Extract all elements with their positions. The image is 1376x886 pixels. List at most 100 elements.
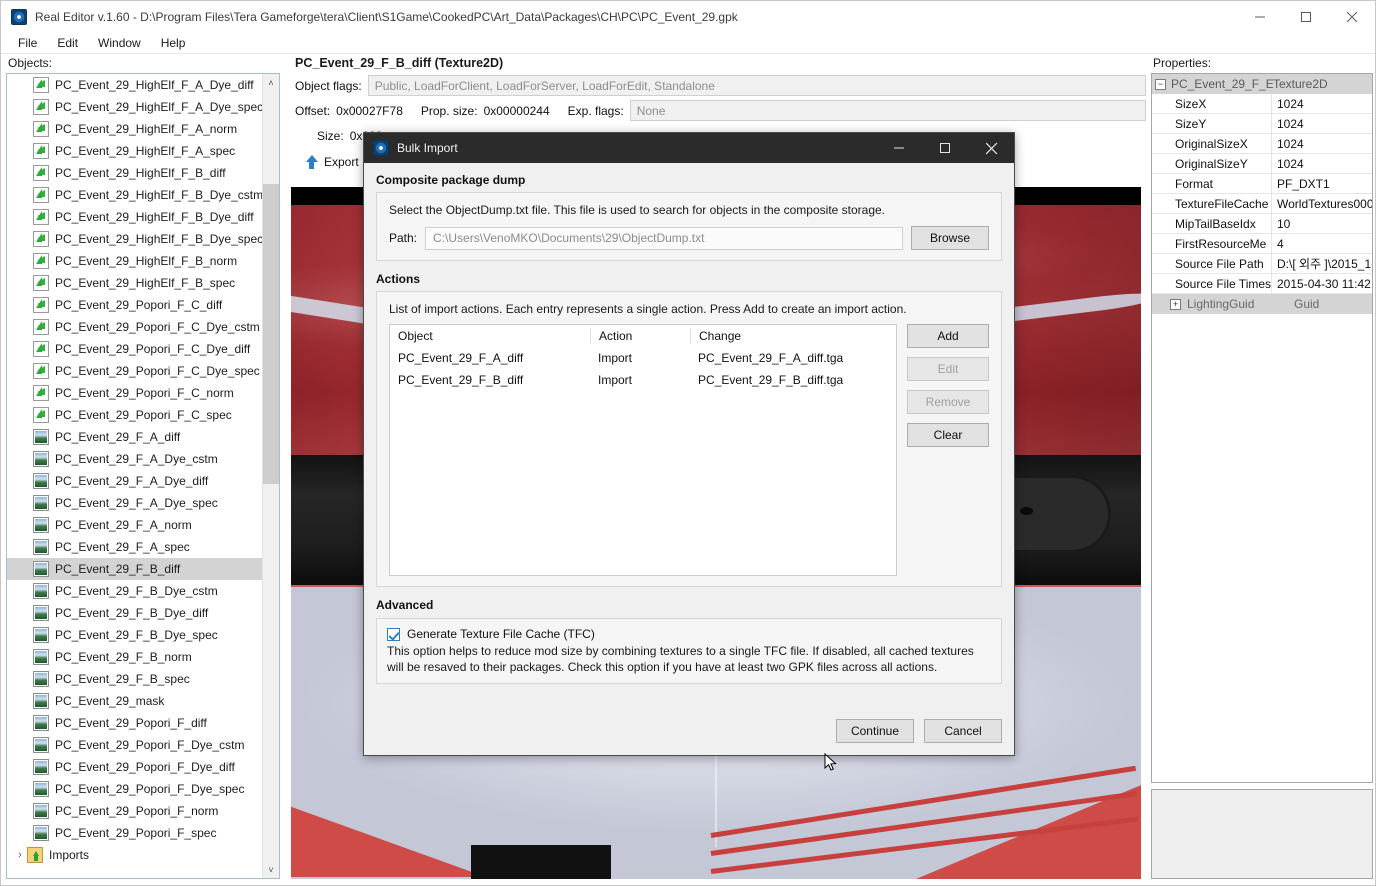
property-row[interactable]: Format PF_DXT1 (1152, 174, 1372, 194)
page-icon (33, 143, 49, 159)
tree-item[interactable]: PC_Event_29_Popori_F_C_Dye_diff (7, 338, 263, 360)
tree-item[interactable]: PC_Event_29_F_B_spec (7, 668, 263, 690)
property-row[interactable]: SizeY 1024 (1152, 114, 1372, 134)
maximize-button[interactable] (1283, 1, 1329, 32)
tfc-checkbox-row[interactable]: Generate Texture File Cache (TFC) (387, 627, 991, 641)
tree-item[interactable]: PC_Event_29_Popori_F_C_Dye_spec (7, 360, 263, 382)
add-button[interactable]: Add (907, 324, 989, 348)
tree-item[interactable]: PC_Event_29_HighElf_F_B_Dye_spec (7, 228, 263, 250)
tree-item[interactable]: PC_Event_29_HighElf_F_A_norm (7, 118, 263, 140)
property-value[interactable]: 2015-04-30 11:42:15 (1272, 274, 1372, 293)
tree-item[interactable]: PC_Event_29_HighElf_F_A_Dye_diff (7, 74, 263, 96)
dialog-close-button[interactable] (968, 133, 1014, 163)
property-row[interactable]: OriginalSizeX 1024 (1152, 134, 1372, 154)
properties-header-row[interactable]: − PC_Event_29_F_E Texture2D (1152, 74, 1372, 94)
tree-item[interactable]: PC_Event_29_F_B_norm (7, 646, 263, 668)
tree-item[interactable]: PC_Event_29_Popori_F_spec (7, 822, 263, 844)
property-row[interactable]: OriginalSizeY 1024 (1152, 154, 1372, 174)
column-header-change[interactable]: Change (690, 329, 896, 343)
bulk-import-dialog: Bulk Import Composite package dump Selec… (363, 132, 1015, 771)
page-icon (33, 319, 49, 335)
actions-listview[interactable]: Object Action Change PC_Event_29_F_A_dif… (389, 324, 897, 576)
property-value[interactable]: 1024 (1272, 134, 1372, 153)
tree-item[interactable]: PC_Event_29_HighElf_F_A_Dye_spec (7, 96, 263, 118)
tree-item[interactable]: PC_Event_29_F_B_Dye_diff (7, 602, 263, 624)
tree-item[interactable]: PC_Event_29_HighElf_F_B_Dye_diff (7, 206, 263, 228)
tree-item[interactable]: PC_Event_29_Popori_F_diff (7, 712, 263, 734)
tree-item[interactable]: PC_Event_29_F_A_Dye_diff (7, 470, 263, 492)
tree-item[interactable]: PC_Event_29_F_B_Dye_spec (7, 624, 263, 646)
tree-item[interactable]: PC_Event_29_F_A_Dye_spec (7, 492, 263, 514)
path-input[interactable]: C:\Users\VenoMKO\Documents\29\ObjectDump… (425, 226, 903, 250)
action-row[interactable]: PC_Event_29_F_B_diff Import PC_Event_29_F_… (390, 369, 896, 391)
property-value[interactable]: 4 (1272, 234, 1372, 253)
property-row[interactable]: SizeX 1024 (1152, 94, 1372, 114)
dialog-maximize-button[interactable] (922, 133, 968, 163)
tree-item[interactable]: PC_Event_29_F_A_diff (7, 426, 263, 448)
chevron-right-icon[interactable]: › (13, 849, 27, 861)
menu-window[interactable]: Window (88, 34, 151, 52)
expand-icon[interactable]: + (1170, 298, 1181, 310)
tree-item[interactable]: PC_Event_29_Popori_F_C_Dye_cstm (7, 316, 263, 338)
property-value[interactable]: 10 (1272, 214, 1372, 233)
tree-item-imports[interactable]: › Imports (7, 844, 263, 866)
properties-lightingguid-row[interactable]: + LightingGuid Guid (1152, 294, 1372, 314)
tree-item[interactable]: PC_Event_29_Popori_F_norm (7, 800, 263, 822)
tree-item[interactable]: PC_Event_29_F_B_Dye_cstm (7, 580, 263, 602)
properties-rows: SizeX 1024 SizeY 1024 OriginalSizeX 1024 Origi… (1152, 94, 1372, 294)
export-button[interactable]: Export (297, 152, 366, 173)
minimize-button[interactable] (1237, 1, 1283, 32)
clear-button[interactable]: Clear (907, 423, 989, 447)
tfc-checkbox[interactable] (387, 628, 400, 641)
scrollbar-thumb[interactable] (263, 184, 279, 484)
objects-tree[interactable]: PC_Event_29_HighElf_F_A_Dye_diff PC_Event… (6, 73, 280, 879)
page-icon (33, 209, 49, 225)
tree-item[interactable]: PC_Event_29_HighElf_F_B_diff (7, 162, 263, 184)
tree-item[interactable]: PC_Event_29_F_A_spec (7, 536, 263, 558)
dialog-minimize-button[interactable] (876, 133, 922, 163)
menu-help[interactable]: Help (151, 34, 196, 52)
property-value[interactable]: 1024 (1272, 114, 1372, 133)
tree-item[interactable]: PC_Event_29_F_A_Dye_cstm (7, 448, 263, 470)
property-row[interactable]: MipTailBaseIdx 10 (1152, 214, 1372, 234)
scroll-up-arrow[interactable]: ˄ (263, 74, 279, 91)
property-row[interactable]: TextureFileCache WorldTextures000 (1152, 194, 1372, 214)
tree-item[interactable]: PC_Event_29_F_B_diff (7, 558, 263, 580)
offset-label: Offset: (295, 103, 331, 118)
tree-item[interactable]: PC_Event_29_Popori_F_C_norm (7, 382, 263, 404)
tree-item[interactable]: PC_Event_29_HighElf_F_A_spec (7, 140, 263, 162)
menu-file[interactable]: File (8, 34, 47, 52)
tree-item[interactable]: PC_Event_29_HighElf_F_B_Dye_cstm (7, 184, 263, 206)
menu-edit[interactable]: Edit (47, 34, 88, 52)
close-button[interactable] (1329, 1, 1375, 32)
column-header-action[interactable]: Action (590, 329, 690, 343)
property-value[interactable]: D:\[ 외주 ]\2015_1분 (1272, 254, 1372, 273)
tree-item[interactable]: PC_Event_29_HighElf_F_B_norm (7, 250, 263, 272)
tree-item[interactable]: PC_Event_29_HighElf_F_B_spec (7, 272, 263, 294)
cancel-button[interactable]: Cancel (924, 719, 1002, 743)
tree-item[interactable]: PC_Event_29_Popori_F_C_diff (7, 294, 263, 316)
tree-item[interactable]: PC_Event_29_Popori_F_Dye_cstm (7, 734, 263, 756)
property-value[interactable]: WorldTextures000 (1272, 194, 1372, 213)
tree-item[interactable]: PC_Event_29_mask (7, 690, 263, 712)
lightingguid-type: Guid (1294, 297, 1320, 311)
continue-button[interactable]: Continue (836, 719, 914, 743)
tree-item[interactable]: PC_Event_29_Popori_F_Dye_spec (7, 778, 263, 800)
column-header-object[interactable]: Object (390, 329, 590, 343)
property-row[interactable]: Source File Path D:\[ 외주 ]\2015_1분 (1152, 254, 1372, 274)
tree-item[interactable]: PC_Event_29_Popori_F_C_spec (7, 404, 263, 426)
scroll-down-arrow[interactable]: ˅ (263, 861, 279, 878)
property-value[interactable]: 1024 (1272, 154, 1372, 173)
browse-button[interactable]: Browse (911, 226, 989, 250)
tree-item[interactable]: PC_Event_29_Popori_F_Dye_diff (7, 756, 263, 778)
property-value[interactable]: PF_DXT1 (1272, 174, 1372, 193)
property-row[interactable]: FirstResourceMe 4 (1152, 234, 1372, 254)
property-value[interactable]: 1024 (1272, 94, 1372, 113)
action-row[interactable]: PC_Event_29_F_A_diff Import PC_Event_29_F_… (390, 347, 896, 369)
tree-item[interactable]: PC_Event_29_F_A_norm (7, 514, 263, 536)
properties-panel[interactable]: − PC_Event_29_F_E Texture2D SizeX 1024 Siz… (1151, 73, 1373, 783)
imports-folder-icon (27, 847, 43, 863)
property-row[interactable]: Source File Times2015-04-30 11:42:15 (1152, 274, 1372, 294)
collapse-icon[interactable]: − (1155, 78, 1166, 90)
objects-tree-scrollbar[interactable]: ˄ ˅ (262, 74, 279, 878)
